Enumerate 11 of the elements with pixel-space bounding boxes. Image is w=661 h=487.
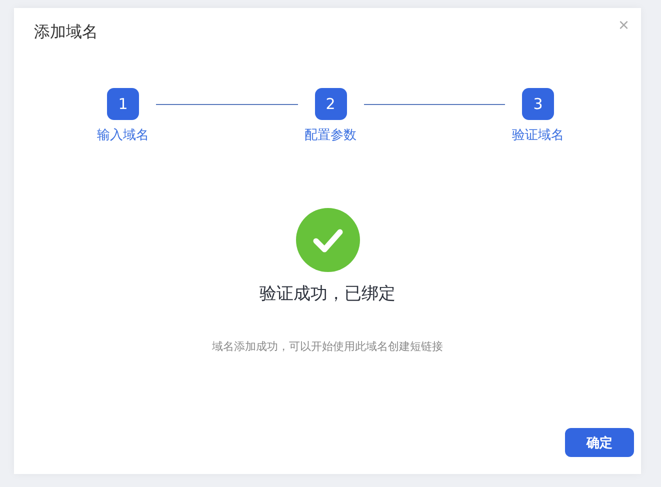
step-label: 配置参数 (304, 127, 356, 144)
step-label: 验证域名 (512, 127, 564, 144)
check-icon (296, 208, 360, 272)
step-number: 3 (522, 88, 554, 120)
confirm-button[interactable]: 确定 (565, 428, 634, 457)
step-label: 输入域名 (97, 127, 149, 144)
dialog-title: 添加域名 (34, 22, 98, 41)
result-title: 验证成功，已绑定 (260, 283, 396, 305)
step-number: 1 (107, 88, 139, 120)
step-number: 2 (314, 88, 346, 120)
result-message: 域名添加成功，可以开始使用此域名创建短链接 (212, 339, 443, 354)
